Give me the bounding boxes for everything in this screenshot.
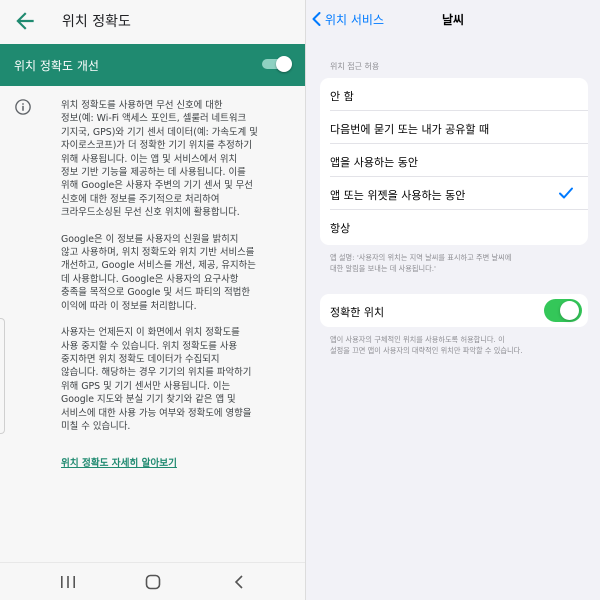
recents-icon[interactable] — [58, 573, 78, 591]
learn-more-link[interactable]: 위치 정확도 자세히 알아보기 — [61, 455, 177, 469]
precise-location-switch[interactable] — [544, 299, 582, 322]
back-label: 위치 서비스 — [325, 12, 385, 27]
info-icon — [15, 99, 31, 115]
paragraph-1: 위치 정확도를 사용하면 무선 신호에 대한 정보(예: Wi-Fi 액세스 포… — [61, 100, 258, 219]
paragraph-2: Google은 이 정보를 사용자의 신원을 밝히지 않고 사용하며, 위치 정… — [61, 233, 256, 312]
navigation-bar — [0, 562, 305, 600]
location-accuracy-switch[interactable] — [262, 56, 292, 72]
paragraph-3: 사용자는 언제든지 이 화면에서 위치 정확도를 사용 중지할 수 있습니다. … — [61, 327, 252, 432]
nav-header: 위치 서비스 날씨 — [306, 0, 600, 40]
option-ask-next-time[interactable]: 다음번에 묻기 또는 내가 공유할 때 — [320, 111, 588, 144]
description-text: 위치 정확도를 사용하면 무선 신호에 대한 정보(예: Wi-Fi 액세스 포… — [61, 99, 297, 446]
home-icon[interactable] — [143, 573, 163, 591]
edge-panel-handle[interactable] — [0, 318, 5, 434]
option-while-using-app-or-widgets[interactable]: 앱 또는 위젯을 사용하는 동안 — [320, 177, 588, 210]
ios-weather-location-screen: 위치 서비스 날씨 위치 접근 허용 안 함 다음번에 묻기 또는 내가 공유할… — [306, 0, 600, 600]
location-accuracy-toggle-row[interactable]: 위치 정확도 개선 — [0, 44, 305, 86]
app-description-note: 앱 설명: '사용자의 위치는 지역 날씨를 표시하고 주변 날씨에 대한 알림… — [330, 253, 512, 273]
option-while-using[interactable]: 앱을 사용하는 동안 — [320, 144, 588, 177]
page-title: 위치 정확도 — [62, 14, 131, 30]
option-always[interactable]: 항상 — [320, 210, 588, 243]
app-bar: 위치 정확도 — [0, 0, 305, 44]
switch-knob — [560, 301, 579, 320]
arrow-left-icon[interactable] — [12, 8, 38, 34]
section-label: 위치 접근 허용 — [330, 62, 380, 71]
back-icon[interactable] — [229, 573, 249, 591]
precise-location-row: 정확한 위치 — [320, 294, 588, 327]
option-never[interactable]: 안 함 — [320, 78, 588, 111]
precise-location-note: 앱이 사용자의 구체적인 위치를 사용하도록 허용합니다. 이 설정을 끄면 앱… — [330, 335, 523, 355]
switch-thumb — [276, 56, 292, 72]
precise-location-label: 정확한 위치 — [330, 306, 385, 319]
checkmark-icon — [559, 187, 573, 199]
page-title: 날씨 — [442, 13, 465, 27]
chevron-left-icon — [312, 12, 321, 26]
back-button[interactable]: 위치 서비스 — [312, 10, 384, 28]
android-location-accuracy-screen: 위치 정확도 위치 정확도 개선 위치 정확도를 사용하면 무선 신호에 대한 … — [0, 0, 305, 600]
location-access-options: 안 함 다음번에 묻기 또는 내가 공유할 때 앱을 사용하는 동안 앱 또는 … — [320, 78, 588, 245]
toggle-label: 위치 정확도 개선 — [14, 59, 99, 73]
